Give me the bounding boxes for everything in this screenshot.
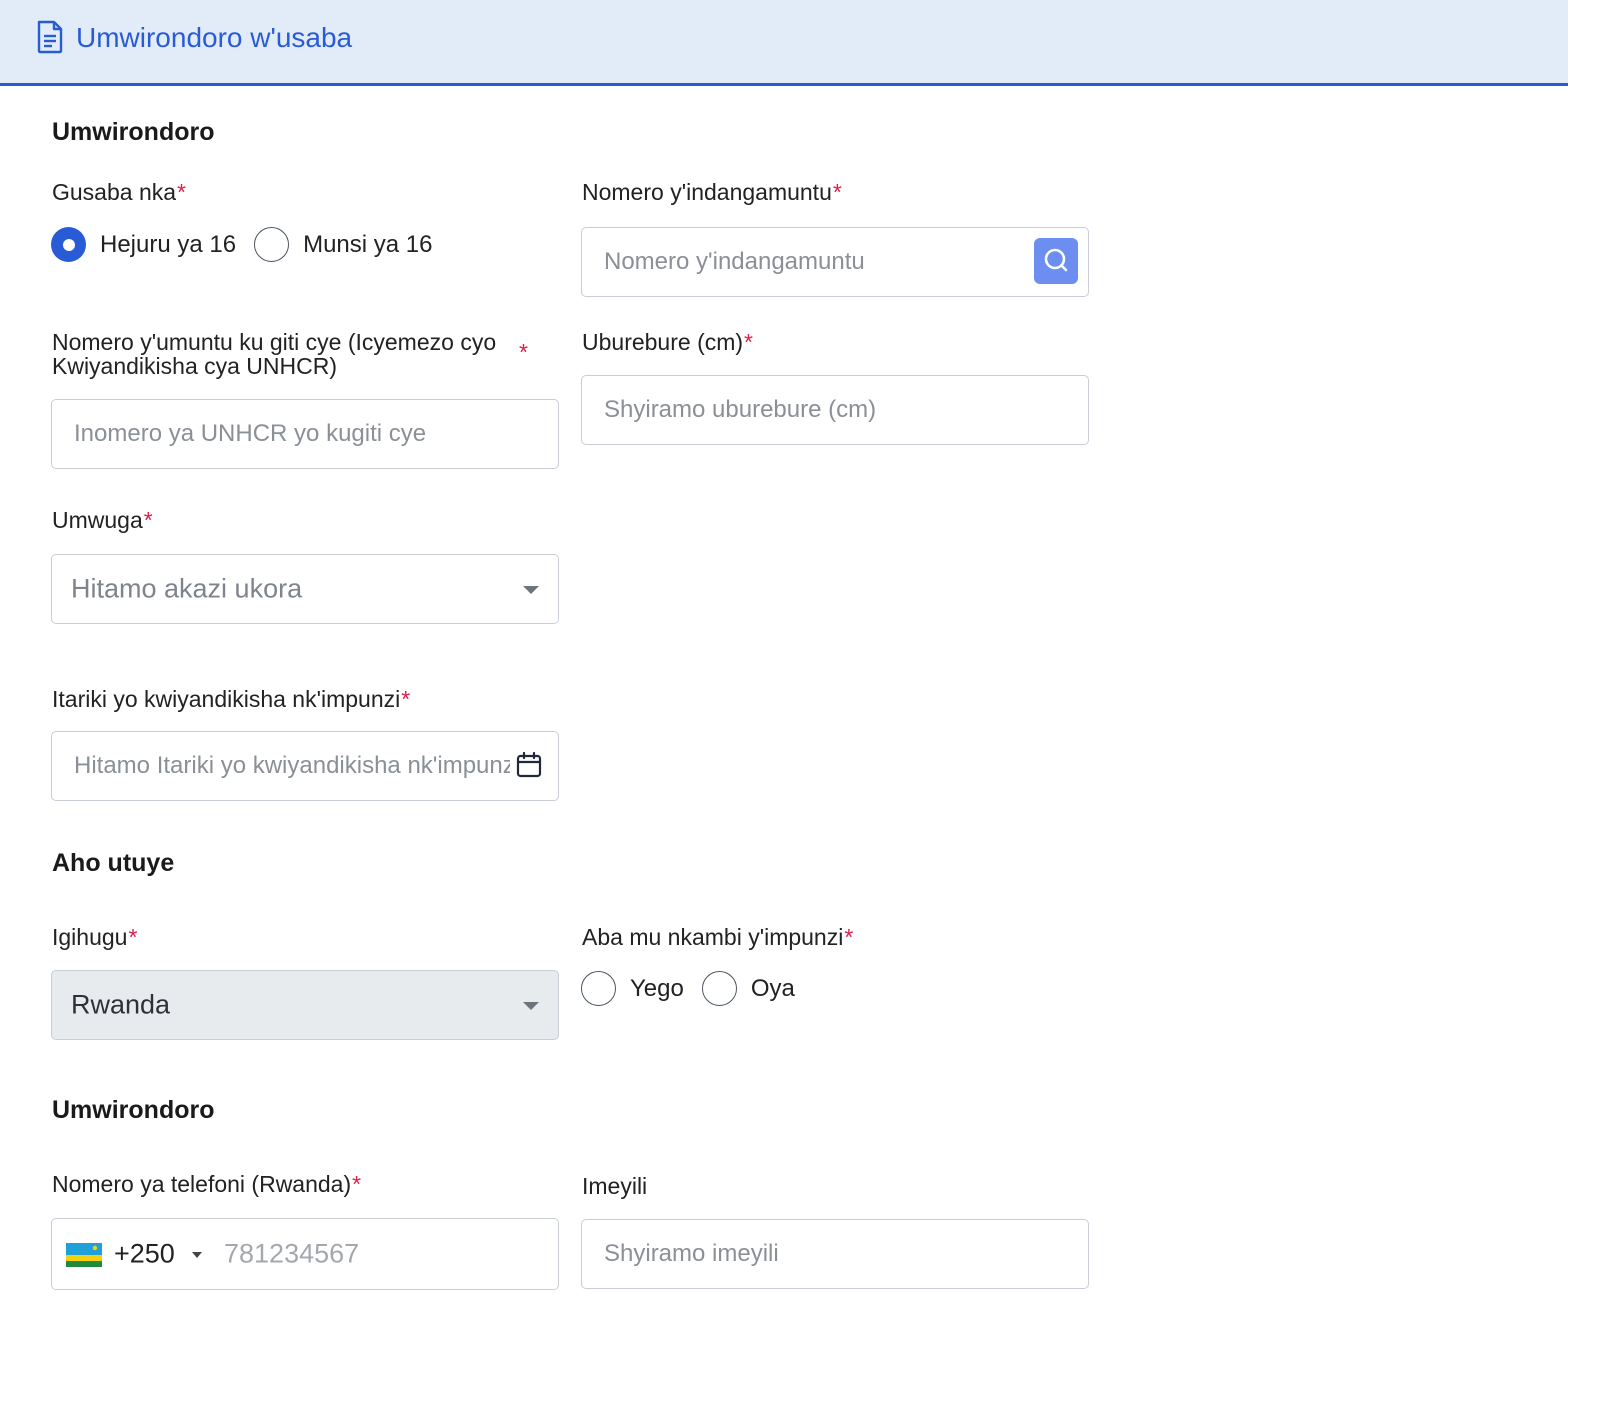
radio-yes-circle[interactable]: [581, 971, 616, 1006]
country-select[interactable]: Rwanda: [51, 970, 559, 1040]
chevron-down-icon[interactable]: [192, 1252, 202, 1258]
chevron-down-icon: [523, 586, 539, 594]
refugee-camp-label-text: Aba mu nkambi y'impunzi: [582, 924, 844, 950]
document-icon: [37, 20, 63, 54]
radio-no-circle[interactable]: [701, 971, 737, 1006]
page-header: Umwirondoro w'usaba: [0, 0, 1568, 86]
country-label-text: Igihugu: [52, 924, 128, 950]
calendar-icon[interactable]: [516, 751, 542, 779]
email-input[interactable]: Shyiramo imeyili: [581, 1219, 1089, 1289]
radio-above-16[interactable]: Hejuru ya 16: [51, 227, 236, 262]
required-marker: *: [844, 924, 854, 950]
phone-placeholder: 781234567: [224, 1238, 360, 1269]
height-placeholder: Shyiramo uburebure (cm): [604, 396, 877, 423]
radio-yes[interactable]: Yego: [581, 971, 684, 1006]
country-label: Igihugu*: [52, 925, 137, 949]
occupation-placeholder: Hitamo akazi ukora: [71, 573, 303, 604]
registration-date-label-text: Itariki yo kwiyandikisha nk'impunzi: [52, 686, 401, 712]
required-marker: *: [352, 1171, 362, 1197]
occupation-label: Umwuga*: [52, 508, 153, 532]
country-value: Rwanda: [71, 989, 171, 1020]
unhcr-input[interactable]: Inomero ya UNHCR yo kugiti cye: [51, 399, 559, 469]
registration-date-placeholder: Hitamo Itariki yo kwiyandikisha nk'impun…: [74, 752, 510, 779]
email-label: Imeyili: [582, 1174, 647, 1198]
phone-label: Nomero ya telefoni (Rwanda)*: [52, 1172, 361, 1196]
apply-as-label: Gusaba nka*: [52, 180, 186, 204]
radio-above-16-circle[interactable]: [51, 227, 86, 262]
unhcr-label: Nomero y'umuntu ku giti cye (Icyemezo cy…: [52, 330, 522, 378]
radio-no[interactable]: Oya: [701, 971, 795, 1006]
rwanda-flag-icon[interactable]: [66, 1243, 102, 1267]
national-id-label: Nomero y'indangamuntu*: [582, 180, 842, 204]
apply-as-radio-group: Hejuru ya 16 Munsi ya 16: [51, 227, 450, 262]
required-marker: *: [401, 686, 411, 712]
required-marker: *: [832, 179, 842, 205]
email-label-text: Imeyili: [582, 1173, 648, 1199]
height-input[interactable]: Shyiramo uburebure (cm): [581, 375, 1089, 445]
height-label: Uburebure (cm)*: [582, 330, 753, 354]
page-title: Umwirondoro w'usaba: [76, 22, 353, 53]
radio-below-16-label: Munsi ya 16: [303, 230, 433, 258]
required-marker: *: [519, 339, 528, 365]
phone-label-text: Nomero ya telefoni (Rwanda): [52, 1171, 352, 1197]
phone-dial-code[interactable]: +250: [114, 1239, 175, 1270]
search-icon: [1044, 248, 1068, 272]
required-marker: *: [744, 329, 753, 355]
radio-below-16-circle[interactable]: [254, 227, 290, 262]
apply-as-label-text: Gusaba nka: [52, 179, 177, 205]
section-title-profile: Umwirondoro: [52, 118, 215, 146]
occupation-select[interactable]: Hitamo akazi ukora: [51, 554, 559, 624]
height-label-text: Uburebure (cm): [582, 329, 744, 355]
refugee-camp-label: Aba mu nkambi y'impunzi*: [582, 925, 853, 949]
phone-input[interactable]: +250 781234567: [51, 1218, 559, 1290]
national-id-label-text: Nomero y'indangamuntu: [582, 179, 832, 205]
chevron-down-icon: [523, 1002, 539, 1010]
required-marker: *: [128, 924, 138, 950]
required-marker: *: [177, 179, 186, 205]
registration-date-label: Itariki yo kwiyandikisha nk'impunzi*: [52, 687, 410, 711]
national-id-placeholder: Nomero y'indangamuntu: [604, 248, 865, 275]
required-marker: *: [143, 507, 153, 533]
radio-yes-label: Yego: [630, 974, 684, 1002]
refugee-camp-radio-group: Yego Oya: [581, 971, 813, 1006]
national-id-input[interactable]: Nomero y'indangamuntu: [581, 227, 1089, 297]
email-placeholder: Shyiramo imeyili: [604, 1240, 779, 1267]
section-title-residence: Aho utuye: [52, 849, 175, 877]
occupation-label-text: Umwuga: [52, 507, 143, 533]
radio-below-16[interactable]: Munsi ya 16: [254, 227, 432, 262]
radio-no-label: Oya: [750, 974, 795, 1002]
unhcr-label-text: Nomero y'umuntu ku giti cye (Icyemezo cy…: [52, 329, 497, 379]
section-title-contact: Umwirondoro: [52, 1096, 215, 1124]
radio-above-16-label: Hejuru ya 16: [100, 230, 237, 258]
registration-date-input[interactable]: Hitamo Itariki yo kwiyandikisha nk'impun…: [51, 731, 559, 801]
national-id-search-button[interactable]: [1034, 238, 1078, 284]
unhcr-placeholder: Inomero ya UNHCR yo kugiti cye: [74, 420, 427, 447]
